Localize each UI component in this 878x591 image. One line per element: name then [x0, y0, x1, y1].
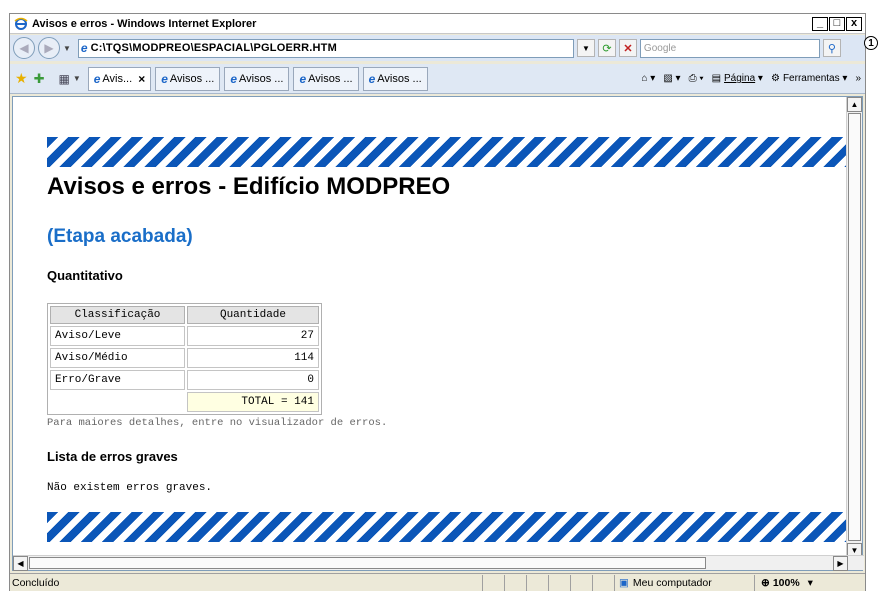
row-label: Aviso/Médio: [50, 348, 185, 368]
url-field[interactable]: e C:\TQS\MODPREO\ESPACIAL\PGLOERR.HTM: [77, 38, 574, 58]
status-cell: [592, 574, 614, 591]
scroll-up-icon[interactable]: ▲: [847, 97, 862, 112]
home-icon[interactable]: ⌂ ▾: [641, 73, 655, 84]
top-stripe-banner: [47, 137, 847, 167]
tab-ie-icon: e: [368, 71, 376, 86]
horizontal-scrollbar[interactable]: ◀ ▶: [13, 555, 864, 571]
tab-4[interactable]: e Avisos ...: [293, 66, 359, 91]
row-label: Aviso/Leve: [50, 326, 185, 346]
column-header-classification: Classificação: [50, 306, 185, 324]
zoom-icon: ⊕: [761, 576, 770, 589]
blank-cell: [50, 392, 185, 412]
total-cell: TOTAL = 141: [187, 392, 319, 412]
serious-errors-heading: Lista de erros graves: [47, 449, 178, 464]
tab-list-dropdown-icon[interactable]: ▼: [73, 74, 81, 83]
row-value: 114: [187, 348, 319, 368]
bottom-stripe-banner: [47, 512, 847, 542]
tab-2[interactable]: e Avisos ...: [155, 66, 221, 91]
stage-heading: (Etapa acabada): [47, 226, 193, 247]
tab-1[interactable]: e Avis... ×: [87, 66, 152, 91]
stop-button[interactable]: ✕: [618, 39, 637, 57]
zoom-dropdown-icon[interactable]: ▾: [808, 577, 813, 589]
search-input[interactable]: Google: [639, 38, 820, 58]
tab-label: Avisos ...: [308, 72, 353, 85]
page-title: Avisos e erros - Edifício MODPREO: [47, 173, 451, 200]
computer-icon: ▣: [619, 576, 629, 589]
tab-label: Avisos ...: [377, 72, 422, 85]
tab-close-icon[interactable]: ×: [138, 72, 145, 86]
column-header-quantity: Quantidade: [187, 306, 319, 324]
table-total-row: TOTAL = 141: [50, 392, 319, 412]
scroll-right-icon[interactable]: ▶: [833, 556, 848, 571]
status-cell: [482, 574, 504, 591]
zone-label: Meu computador: [632, 576, 712, 589]
table-header-row: Classificação Quantidade: [50, 306, 319, 324]
browser-window: Avisos e erros - Windows Internet Explor…: [9, 13, 866, 591]
serious-errors-text: Não existem erros graves.: [47, 482, 213, 494]
quantity-table: Classificação Quantidade Aviso/Leve 27 A…: [47, 303, 322, 415]
tab-bar: ★ ✚ ▦ ▼ e Avis... × e Avisos ... e Aviso…: [10, 64, 865, 94]
status-cell: [548, 574, 570, 591]
print-icon[interactable]: ⎙ ▾: [689, 73, 704, 84]
details-note: Para maiores detalhes, entre no visualiz…: [47, 417, 388, 429]
favorites-star-icon[interactable]: ★: [15, 70, 28, 87]
table-row: Erro/Grave 0: [50, 370, 319, 390]
page-viewport: Avisos e erros - Edifício MODPREO (Etapa…: [12, 96, 864, 571]
refresh-button[interactable]: ⟳: [597, 39, 616, 57]
url-dropdown-button[interactable]: ▼: [576, 39, 595, 57]
close-button[interactable]: x: [846, 16, 862, 31]
ie-logo-icon: [13, 16, 29, 32]
quantitative-heading: Quantitativo: [47, 268, 123, 283]
tools-menu-label: Ferramentas: [782, 73, 840, 84]
tab-ie-icon: e: [93, 71, 101, 86]
gear-icon: ⚙: [770, 73, 780, 84]
status-cell: [526, 574, 548, 591]
vertical-scroll-thumb[interactable]: [848, 113, 861, 541]
back-button[interactable]: ◀: [13, 37, 35, 59]
row-value: 0: [187, 370, 319, 390]
zoom-level: 100%: [772, 576, 800, 589]
maximize-button[interactable]: □: [829, 16, 845, 31]
tab-label: Avisos ...: [239, 72, 284, 85]
status-cell: [504, 574, 526, 591]
scroll-left-icon[interactable]: ◀: [13, 556, 28, 571]
history-dropdown-icon[interactable]: ▼: [63, 44, 71, 53]
status-cell: [570, 574, 592, 591]
window-title: Avisos e erros - Windows Internet Explor…: [32, 17, 257, 30]
add-favorite-icon[interactable]: ✚: [34, 71, 45, 87]
status-bar: Concluído ▣ Meu computador ⊕ 100% ▾: [10, 573, 865, 591]
security-zone[interactable]: ▣ Meu computador: [614, 574, 754, 591]
page-menu[interactable]: ▤ Página ▾: [712, 73, 763, 84]
tab-ie-icon: e: [299, 71, 307, 86]
tools-menu[interactable]: ⚙ Ferramentas ▾: [771, 73, 847, 84]
quick-tabs-icon[interactable]: ▦: [58, 72, 69, 86]
table-row: Aviso/Médio 114: [50, 348, 319, 368]
vertical-scrollbar[interactable]: ▲ ▼: [846, 97, 862, 558]
table-row: Aviso/Leve 27: [50, 326, 319, 346]
row-value: 27: [187, 326, 319, 346]
tab-5[interactable]: e Avisos ...: [362, 66, 428, 91]
search-icon[interactable]: ⚲: [822, 39, 841, 57]
page-content: Avisos e erros - Edifício MODPREO (Etapa…: [47, 137, 847, 542]
row-label: Erro/Grave: [50, 370, 185, 390]
zoom-control[interactable]: ⊕ 100% ▾: [754, 574, 813, 591]
page-icon: e: [80, 41, 88, 55]
more-chevron-icon[interactable]: »: [855, 73, 861, 84]
address-bar: ◀ ▶ ▼ e C:\TQS\MODPREO\ESPACIAL\PGLOERR.…: [10, 35, 865, 61]
annotation-marker: 1: [864, 36, 878, 50]
tab-label: Avisos ...: [169, 72, 215, 85]
tab-label: Avis...: [102, 72, 133, 85]
status-text: Concluído: [12, 576, 60, 589]
page-menu-label: Página: [724, 73, 756, 84]
horizontal-scroll-thumb[interactable]: [29, 557, 706, 569]
page-icon: ▤: [711, 73, 722, 84]
title-bar: Avisos e erros - Windows Internet Explor…: [10, 14, 865, 34]
forward-button[interactable]: ▶: [38, 37, 60, 59]
feeds-icon[interactable]: ▧ ▾: [663, 73, 680, 84]
tab-ie-icon: e: [230, 71, 238, 86]
url-text: C:\TQS\MODPREO\ESPACIAL\PGLOERR.HTM: [90, 42, 337, 54]
tab-ie-icon: e: [161, 71, 168, 86]
minimize-button[interactable]: _: [812, 16, 828, 31]
tab-3[interactable]: e Avisos ...: [224, 66, 290, 91]
